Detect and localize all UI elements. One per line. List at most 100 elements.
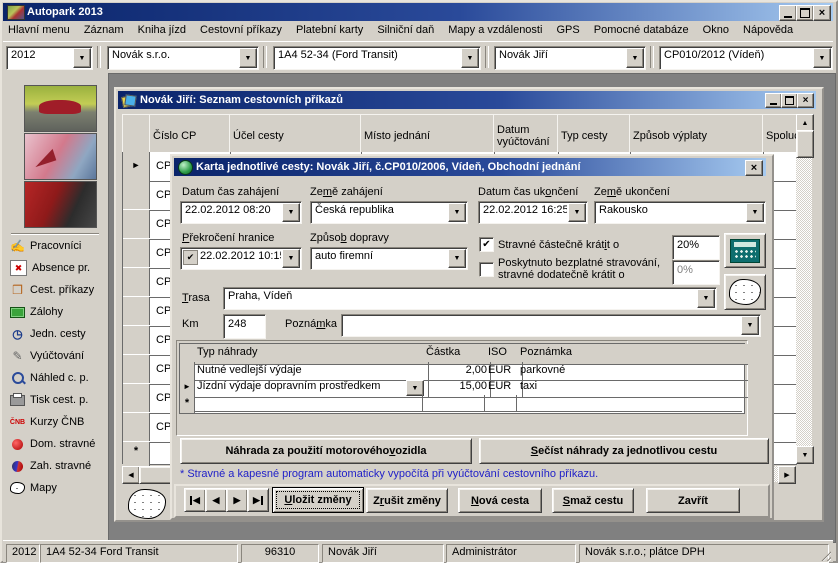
last-record-button[interactable]: ▶: [247, 488, 269, 512]
scroll-down-icon[interactable]: ▼: [796, 446, 814, 464]
chevron-down-icon[interactable]: ▼: [406, 380, 424, 396]
vertical-scroll-thumb[interactable]: [796, 130, 814, 158]
end-datetime-combo[interactable]: 22.02.2012 16:25▼: [478, 201, 588, 224]
chevron-down-icon[interactable]: ▼: [626, 48, 644, 68]
meal-reduction-checkbox[interactable]: ✔: [479, 237, 494, 252]
status-user-role: Administrátor: [446, 544, 576, 563]
next-record-button[interactable]: ▶: [226, 488, 248, 512]
close-dialog-button[interactable]: Zavřít: [646, 488, 740, 513]
menu-okno[interactable]: Okno: [698, 21, 735, 39]
close-icon[interactable]: ×: [797, 93, 814, 108]
maximize-icon[interactable]: [781, 93, 798, 108]
globe-clock-icon: ◷: [10, 327, 25, 341]
menu-silnicni-dan[interactable]: Silniční daň: [372, 21, 440, 39]
app-icon: [7, 5, 25, 20]
chevron-down-icon[interactable]: ▼: [741, 316, 759, 335]
close-icon[interactable]: ×: [745, 160, 763, 176]
meal-reduction-field[interactable]: 20%: [672, 235, 720, 260]
sidebar-item-jedn-cesty[interactable]: ◷ Jedn. cesty: [10, 324, 86, 344]
chevron-down-icon[interactable]: ▼: [746, 203, 764, 222]
main-titlebar[interactable]: Autopark 2013 ×: [3, 3, 833, 21]
sidebar-item-zah-stravne[interactable]: Zah. stravné: [10, 456, 91, 476]
sidebar-item-tisk[interactable]: Tisk cest. p.: [10, 390, 88, 410]
sidebar-item-label: Dom. stravné: [30, 438, 95, 450]
vehicle-compensation-button[interactable]: Náhrada za použití motorového vozidla: [180, 438, 472, 464]
menu-platebni-karty[interactable]: Platební karty: [291, 21, 369, 39]
chevron-down-icon[interactable]: ▼: [73, 48, 91, 68]
calculator-button[interactable]: [724, 233, 766, 268]
start-country-combo[interactable]: Česká republika▼: [310, 201, 468, 224]
sidebar-item-zalohy[interactable]: Zálohy: [10, 302, 63, 322]
person-combo[interactable]: Novák Jiří ▼: [494, 46, 646, 70]
chevron-down-icon[interactable]: ▼: [697, 289, 715, 308]
chevron-down-icon[interactable]: ▼: [813, 48, 831, 68]
sidebar-item-mapy[interactable]: Mapy: [10, 478, 57, 498]
chevron-down-icon[interactable]: ▼: [239, 48, 257, 68]
sidebar-item-dom-stravne[interactable]: Dom. stravné: [10, 434, 95, 454]
sum-trip-button[interactable]: Sečíst náhrady za jednotlivou cestu: [479, 438, 769, 464]
apple-red-blue-icon: [10, 459, 25, 473]
menu-zaznam[interactable]: Záznam: [79, 21, 130, 39]
sidebar-item-absence[interactable]: ✖ Absence pr.: [10, 258, 90, 278]
sidebar-item-pracovnici[interactable]: ✍Pracovníci: [10, 236, 81, 256]
cancel-button[interactable]: Zrušit změny: [366, 488, 448, 513]
company-combo[interactable]: Novák s.r.o. ▼: [107, 46, 259, 70]
chevron-down-icon[interactable]: ▼: [448, 203, 466, 222]
map-button[interactable]: [724, 274, 766, 310]
chevron-down-icon[interactable]: ▼: [282, 249, 300, 268]
free-meals-checkbox[interactable]: [479, 262, 494, 277]
dialog-titlebar[interactable]: Karta jednotlivé cesty: Novák Jiří, č.CP…: [174, 158, 766, 176]
new-trip-button[interactable]: Nová cesta: [458, 488, 542, 513]
sidebar-item-label: Absence pr.: [32, 262, 90, 274]
maximize-icon[interactable]: [796, 5, 814, 21]
note-combo[interactable]: ▼: [341, 314, 761, 337]
scroll-right-icon[interactable]: ▶: [778, 466, 796, 484]
menu-gps[interactable]: GPS: [552, 21, 586, 39]
sidebar-item-nahled-cp[interactable]: Náhled c. p.: [10, 368, 89, 388]
menu-napoveda[interactable]: Nápověda: [738, 21, 799, 39]
chevron-down-icon[interactable]: ▼: [448, 249, 466, 268]
end-country-combo[interactable]: Rakousko▼: [594, 201, 766, 224]
transport-combo[interactable]: auto firemní▼: [310, 247, 468, 270]
first-record-button[interactable]: ◀: [184, 488, 206, 512]
sidebar-item-kurzy-cnb[interactable]: ČNBKurzy ČNB: [10, 412, 84, 432]
save-button[interactable]: Uložit změny: [272, 487, 364, 513]
status-vehicle: 1A4 52-34 Ford Transit: [40, 544, 238, 563]
list-window-titlebar[interactable]: Novák Jiří: Seznam cestovních příkazů ×: [118, 91, 816, 109]
border-cross-value: 22.02.2012 10:15: [198, 248, 281, 269]
list-window-title: Novák Jiří: Seznam cestovních příkazů: [140, 94, 343, 106]
dialog-button-panel: ◀ ◀ ▶ ▶ Uložit změny Zrušit změny Nová c…: [174, 484, 770, 518]
window-title: Autopark 2013: [27, 6, 103, 18]
cnb-text-icon: ČNB: [10, 415, 25, 429]
last-record-icon: ▶: [253, 495, 260, 506]
sidebar-item-cest-prikazy[interactable]: ❒Cest. příkazy: [10, 280, 94, 300]
vertical-scrollbar[interactable]: ▲ ▼: [796, 114, 812, 464]
start-datetime-combo[interactable]: 22.02.2012 08:20▼: [180, 201, 302, 224]
chevron-down-icon[interactable]: ▼: [568, 203, 586, 222]
chevron-down-icon[interactable]: ▼: [461, 48, 479, 68]
delete-trip-button[interactable]: Smaž cestu: [552, 488, 634, 513]
sidebar-item-label: Jedn. cesty: [30, 328, 86, 340]
scroll-left-icon[interactable]: ◀: [122, 466, 140, 484]
chevron-down-icon[interactable]: ▼: [282, 203, 300, 222]
previous-record-icon: ◀: [213, 495, 220, 506]
menu-cestovni-prikazy[interactable]: Cestovní příkazy: [195, 21, 288, 39]
minimize-icon[interactable]: [765, 93, 782, 108]
menu-hlavni-menu[interactable]: Hlavní menu: [3, 21, 76, 39]
border-cross-combo[interactable]: ✔ 22.02.2012 10:15 ▼: [180, 247, 302, 270]
sidebar-item-vyuctovani[interactable]: ✎Vyúčtování: [10, 346, 84, 366]
minimize-icon[interactable]: [779, 5, 797, 21]
km-field[interactable]: 248: [223, 314, 266, 339]
vehicle-combo[interactable]: 1A4 52-34 (Ford Transit) ▼: [273, 46, 481, 70]
menu-mapy-a-vzdalenosti[interactable]: Mapy a vzdálenosti: [443, 21, 548, 39]
calendar-absence-icon: ✖: [10, 260, 27, 276]
route-combo[interactable]: Praha, Vídeň▼: [223, 287, 717, 310]
close-icon[interactable]: ×: [813, 5, 831, 21]
year-combo[interactable]: 2012 ▼: [6, 46, 93, 70]
trip-combo[interactable]: CP010/2012 (Vídeň) ▼: [659, 46, 833, 70]
border-cross-checkbox[interactable]: ✔: [183, 250, 198, 265]
previous-record-button[interactable]: ◀: [205, 488, 227, 512]
menu-kniha-jizd[interactable]: Kniha jízd: [133, 21, 192, 39]
menu-pomocne-databaze[interactable]: Pomocné databáze: [589, 21, 695, 39]
free-meals-reduction-field[interactable]: 0%: [672, 260, 720, 285]
